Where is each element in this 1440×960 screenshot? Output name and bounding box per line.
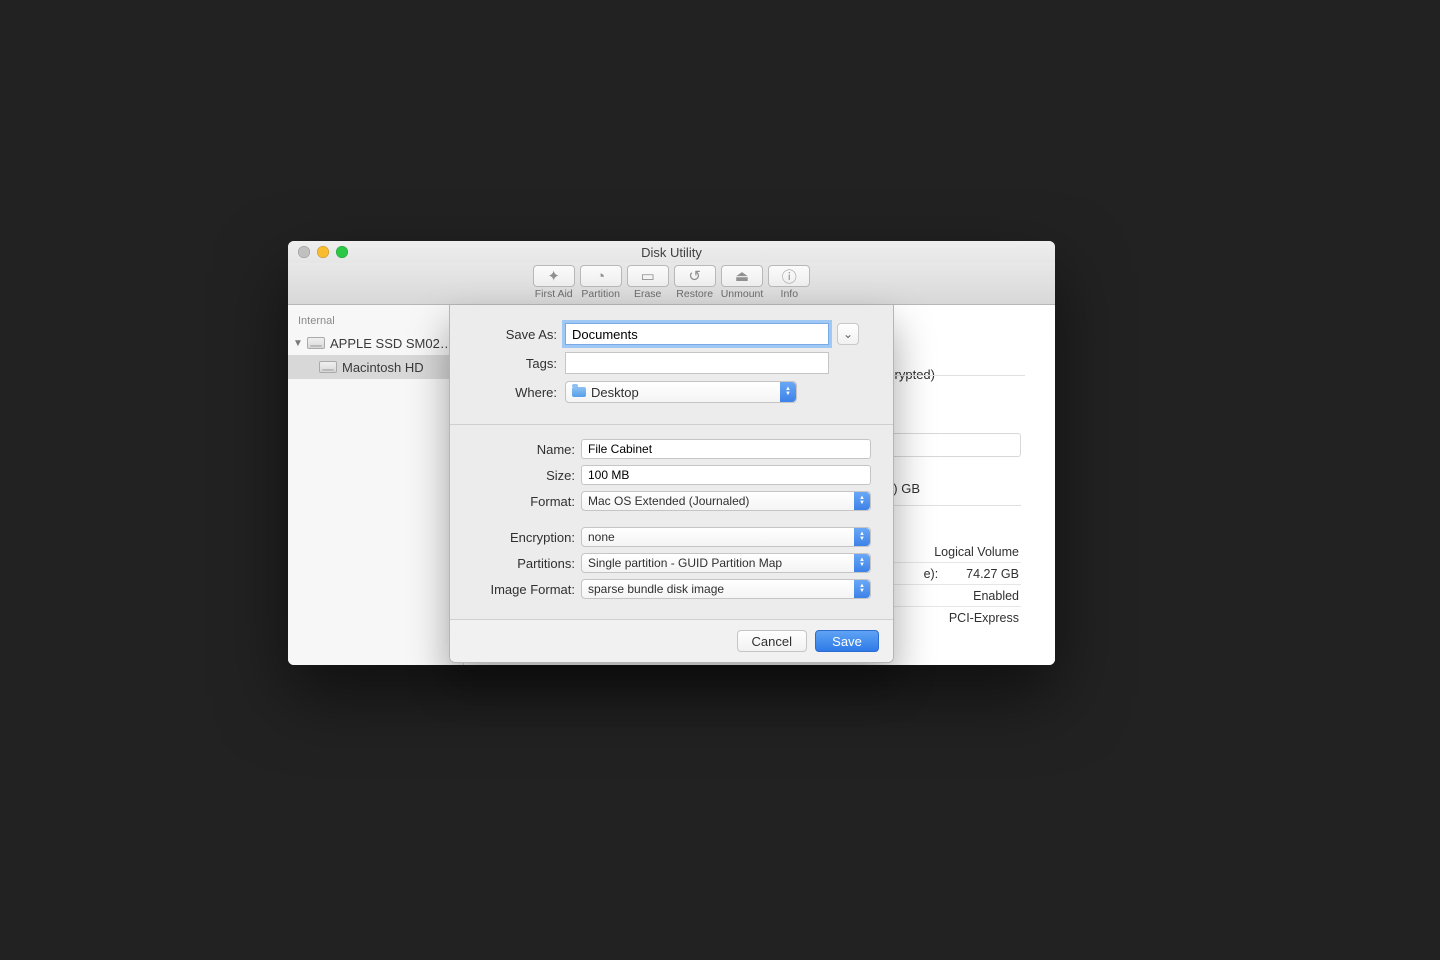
name-input[interactable] bbox=[581, 439, 871, 459]
toolbar: ✦ First Aid ◔ Partition ▭ Erase ↺ Restor… bbox=[288, 263, 1055, 305]
toolbar-label: First Aid bbox=[535, 288, 573, 300]
sidebar-item-volume[interactable]: Macintosh HD bbox=[288, 355, 463, 379]
restore-icon: ↺ bbox=[688, 267, 701, 285]
partitions-label: Partitions: bbox=[472, 556, 575, 571]
save-button[interactable]: Save bbox=[815, 630, 879, 652]
minimize-button[interactable] bbox=[317, 246, 329, 258]
erase-button[interactable]: ▭ bbox=[627, 265, 669, 287]
cancel-button[interactable]: Cancel bbox=[737, 630, 807, 652]
expand-browser-button[interactable]: ⌄ bbox=[837, 323, 859, 345]
info-value: Logical Volume bbox=[934, 545, 1019, 559]
restore-button[interactable]: ↺ bbox=[674, 265, 716, 287]
partition-button[interactable]: ◔ bbox=[580, 265, 622, 287]
close-button[interactable] bbox=[298, 246, 310, 258]
sidebar: Internal ▼ APPLE SSD SM02… Macintosh HD bbox=[288, 305, 464, 665]
where-popup[interactable]: Desktop ▲▼ bbox=[565, 381, 797, 403]
save-as-label: Save As: bbox=[472, 327, 557, 342]
popup-arrows-icon: ▲▼ bbox=[780, 382, 796, 402]
popup-arrows-icon: ▲▼ bbox=[854, 528, 870, 546]
size-input[interactable] bbox=[581, 465, 871, 485]
partitions-value: Single partition - GUID Partition Map bbox=[588, 556, 782, 570]
where-label: Where: bbox=[472, 385, 557, 400]
internal-disk-icon bbox=[307, 336, 325, 350]
where-value: Desktop bbox=[591, 385, 639, 400]
format-value: Mac OS Extended (Journaled) bbox=[588, 494, 749, 508]
toolbar-label: Info bbox=[781, 288, 799, 300]
zoom-button[interactable] bbox=[336, 246, 348, 258]
save-dialog: Save As: ⌄ Tags: Where: Desktop ▲▼ Name: bbox=[449, 305, 894, 663]
window-controls bbox=[298, 246, 348, 258]
first-aid-button[interactable]: ✦ bbox=[533, 265, 575, 287]
info-icon: ⓘ bbox=[782, 266, 797, 287]
popup-arrows-icon: ▲▼ bbox=[854, 554, 870, 572]
info-value: 74.27 GB bbox=[966, 567, 1019, 581]
toolbar-label: Unmount bbox=[721, 288, 764, 300]
window-title: Disk Utility bbox=[641, 245, 702, 260]
erase-icon: ▭ bbox=[641, 267, 655, 285]
format-popup[interactable]: Mac OS Extended (Journaled) ▲▼ bbox=[581, 491, 871, 511]
sidebar-item-disk[interactable]: ▼ APPLE SSD SM02… bbox=[288, 331, 463, 355]
tags-label: Tags: bbox=[472, 356, 557, 371]
sidebar-item-label: APPLE SSD SM02… bbox=[330, 336, 453, 351]
image-format-value: sparse bundle disk image bbox=[588, 582, 724, 596]
encryption-label: Encryption: bbox=[472, 530, 575, 545]
save-as-input[interactable] bbox=[565, 323, 829, 345]
pie-icon: ◔ bbox=[596, 268, 605, 285]
toolbar-label: Partition bbox=[581, 288, 620, 300]
info-value-tail: e): bbox=[924, 567, 939, 581]
stethoscope-icon: ✦ bbox=[547, 267, 560, 285]
partitions-popup[interactable]: Single partition - GUID Partition Map ▲▼ bbox=[581, 553, 871, 573]
encryption-value: none bbox=[588, 530, 615, 544]
info-button[interactable]: ⓘ bbox=[768, 265, 810, 287]
format-label: Format: bbox=[472, 494, 575, 509]
encryption-popup[interactable]: none ▲▼ bbox=[581, 527, 871, 547]
size-label: Size: bbox=[472, 468, 575, 483]
unmount-button[interactable]: ⏏ bbox=[721, 265, 763, 287]
image-format-popup[interactable]: sparse bundle disk image ▲▼ bbox=[581, 579, 871, 599]
image-format-label: Image Format: bbox=[472, 582, 575, 597]
dialog-actions: Cancel Save bbox=[450, 620, 893, 662]
sidebar-item-label: Macintosh HD bbox=[342, 360, 424, 375]
disclosure-triangle-icon[interactable]: ▼ bbox=[292, 338, 304, 349]
folder-icon bbox=[572, 387, 586, 397]
popup-arrows-icon: ▲▼ bbox=[854, 580, 870, 598]
titlebar[interactable]: Disk Utility bbox=[288, 241, 1055, 263]
toolbar-label: Restore bbox=[676, 288, 713, 300]
sidebar-section-header: Internal bbox=[288, 311, 463, 331]
info-value: PCI-Express bbox=[949, 611, 1019, 625]
info-value: Enabled bbox=[973, 589, 1019, 603]
volume-icon bbox=[319, 360, 337, 374]
toolbar-label: Erase bbox=[634, 288, 661, 300]
chevron-down-icon: ⌄ bbox=[843, 327, 853, 341]
legend-fragment: ) GB bbox=[893, 481, 920, 496]
tags-input[interactable] bbox=[565, 352, 829, 374]
name-label: Name: bbox=[472, 442, 575, 457]
eject-icon: ⏏ bbox=[735, 267, 749, 285]
popup-arrows-icon: ▲▼ bbox=[854, 492, 870, 510]
